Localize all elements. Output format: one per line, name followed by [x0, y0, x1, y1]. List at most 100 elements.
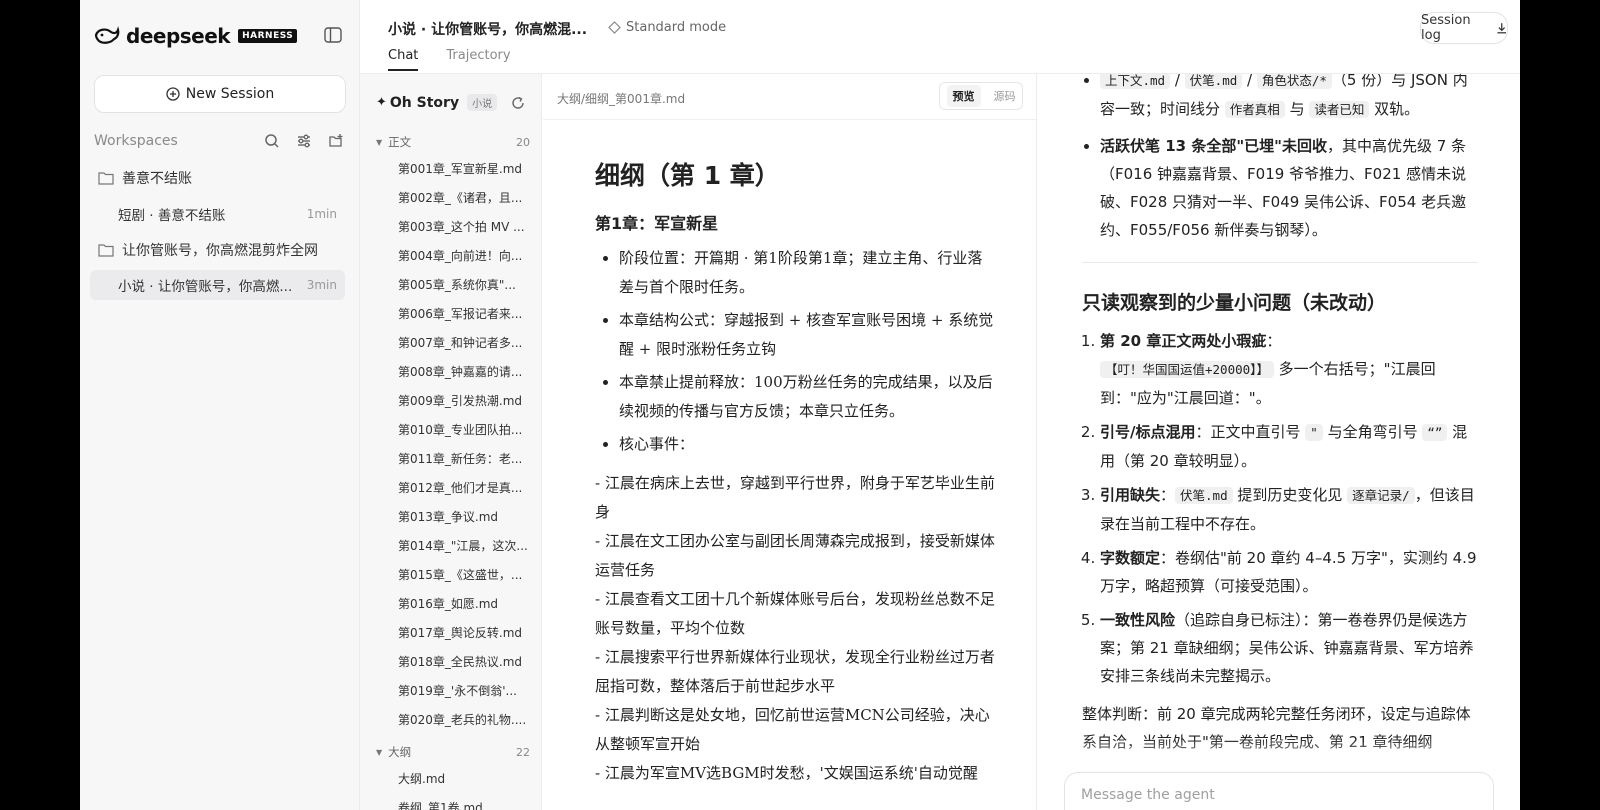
view-tabs: Chat Trajectory	[388, 48, 511, 71]
file-item[interactable]: 第006章_军报记者来...	[398, 305, 534, 322]
plus-circle-icon	[166, 87, 180, 101]
section-name: 正文	[388, 135, 412, 149]
mode-indicator[interactable]: Standard mode	[608, 20, 726, 35]
brand-name: deepseek	[126, 24, 231, 48]
file-item[interactable]: 第003章_这个拍 MV ...	[398, 218, 534, 235]
brand-logo[interactable]: deepseek HARNESS	[94, 24, 298, 48]
event-line: - 江晨在病床上去世，穿越到平行世界，附身于军艺毕业生前身	[595, 474, 995, 521]
inline-code: 读者已知	[1309, 101, 1370, 118]
issue-item: 字数额定：卷纲估"前 20 章约 4–4.5 万字"，实测约 4.9 万字，略超…	[1100, 544, 1478, 600]
document-content: 细纲（第 1 章） 第1章：军宣新星 阶段位置：开篇期 · 第1阶段第1章；建立…	[595, 156, 995, 788]
list-item: 本章结构公式：穿越报到 + 核查军宣账号困境 + 系统觉醒 + 限时涨粉任务立钩	[619, 306, 995, 364]
summary-list: 上下文.md / 伏笔.md / 角色状态/*（5 份）与 JSON 内容一致；…	[1100, 74, 1478, 244]
list-item: 活跃伏笔 13 条全部"已埋"未回收，其中高优先级 7 条（F016 钟嘉嘉背景…	[1100, 132, 1478, 244]
file-item[interactable]: 第012章_他们才是真...	[398, 479, 534, 496]
text: 与	[1284, 100, 1310, 118]
inline-code: "	[1305, 424, 1323, 441]
message-input-box[interactable]: Message the agent	[1064, 772, 1494, 810]
new-session-label: New Session	[185, 86, 275, 102]
workspace-folder[interactable]: 善意不结账	[98, 168, 192, 188]
workspace-folder[interactable]: 让你管账号，你高燃混剪炸全网	[98, 240, 318, 260]
event-line: - 江晨判断这是处女地，回忆前世运营MCN公司经验，决心从整顿军宣开始	[595, 706, 990, 753]
search-icon[interactable]	[256, 131, 288, 151]
file-item[interactable]: 第011章_新任务：老...	[398, 450, 534, 467]
inline-code: 作者真相	[1224, 101, 1285, 118]
file-item[interactable]: 第002章_《诸君，且...	[398, 189, 534, 206]
file-item[interactable]: 第001章_军宣新星.md	[398, 160, 534, 177]
file-item[interactable]: 第017章_舆论反转.md	[398, 624, 534, 641]
bold-text: 引用缺失	[1100, 486, 1161, 504]
file-item[interactable]: 第019章_'永不倒翁'...	[398, 682, 534, 699]
brand-badge: HARNESS	[238, 29, 298, 43]
tab-chat[interactable]: Chat	[388, 48, 419, 71]
text: ：正文中直引号	[1195, 423, 1306, 441]
inline-code: 逐章记录/	[1347, 487, 1415, 504]
list-item: 上下文.md / 伏笔.md / 角色状态/*（5 份）与 JSON 内容一致；…	[1100, 74, 1478, 124]
refresh-icon[interactable]	[510, 95, 526, 111]
inline-code: “”	[1422, 424, 1448, 441]
sparkle-icon: ✦	[376, 95, 387, 110]
preview-toggle[interactable]: 预览	[946, 85, 981, 107]
file-item[interactable]: 第016章_如愿.md	[398, 595, 534, 612]
file-tree: ✦ Oh Story 小说 ▼ 正文 20 第001章_军宣新星.md 第002…	[360, 74, 542, 810]
folder-icon	[98, 172, 114, 185]
file-item[interactable]: 第018章_全民热议.md	[398, 653, 534, 670]
event-line: - 江晨在文工团办公室与副团长周薄森完成报到，接受新媒体运营任务	[595, 532, 995, 579]
inline-code: 伏笔.md	[1175, 487, 1233, 504]
sidebar-toggle-icon[interactable]	[324, 27, 342, 43]
chevron-down-icon: ▼	[376, 137, 383, 147]
workspace-name: 让你管账号，你高燃混剪炸全网	[122, 243, 318, 259]
tab-trajectory[interactable]: Trajectory	[446, 48, 510, 71]
folder-section-dagang[interactable]: ▼ 大纲 22	[376, 744, 530, 760]
inline-code: 【叮！华国国运值+20000】】	[1100, 361, 1274, 378]
session-title: 小说 · 让你管账号，你高燃混...	[388, 22, 588, 38]
issues-heading: 只读观察到的少量小问题（未改动）	[1082, 292, 1387, 314]
file-item[interactable]: 第013章_争议.md	[398, 508, 534, 525]
inline-code: 伏笔.md	[1184, 74, 1243, 89]
mode-label: Standard mode	[626, 20, 727, 35]
session-item[interactable]: 短剧 · 善意不结账 1min	[90, 199, 345, 229]
file-item[interactable]: 第007章_和钟记者多...	[398, 334, 534, 351]
issues-list: 第 20 章正文两处小瑕疵：【叮！华国国运值+20000】】 多一个右括号；"江…	[1100, 327, 1478, 690]
file-item[interactable]: 卷纲_第1卷.md	[398, 799, 534, 810]
session-item-active[interactable]: 小说 · 让你管账号，你高燃... 3min	[90, 270, 345, 300]
bold-text: 第 20 章正文两处小瑕疵	[1100, 332, 1267, 350]
file-item[interactable]: 第005章_系统你真"...	[398, 276, 534, 293]
inline-code: 上下文.md	[1100, 74, 1171, 89]
text: ：	[1160, 486, 1176, 504]
folder-section-zhengwen[interactable]: ▼ 正文 20	[376, 134, 530, 150]
event-line: - 江晨为军宣MV选BGM时发愁，'文娱国运系统'自动觉醒	[595, 764, 978, 782]
download-icon	[1496, 23, 1506, 34]
project-header: ✦ Oh Story 小说	[376, 94, 526, 111]
new-folder-icon[interactable]	[320, 131, 352, 151]
file-item[interactable]: 大纲.md	[398, 770, 534, 787]
file-item[interactable]: 第008章_钟嘉嘉的请...	[398, 363, 534, 380]
message-input-placeholder[interactable]: Message the agent	[1081, 787, 1215, 803]
file-item[interactable]: 第020章_老兵的礼物....	[398, 711, 534, 728]
app-window: deepseek HARNESS New Session Workspaces	[80, 0, 1520, 810]
chevron-down-icon: ▼	[376, 747, 383, 757]
session-log-button[interactable]: Session log	[1420, 12, 1508, 44]
project-tag: 小说	[467, 94, 498, 111]
file-item[interactable]: 第014章_"江晨，这次...	[398, 537, 534, 554]
source-toggle[interactable]: 源码	[994, 88, 1016, 104]
document-preview-pane: 大纲/细纲_第001章.md 预览 源码 细纲（第 1 章） 第1章：军宣新星 …	[543, 74, 1037, 810]
issue-item: 一致性风险（追踪自身已标注）：第一卷卷界仍是候选方案；第 21 章缺细纲；吴伟公…	[1100, 606, 1478, 690]
list-item: 本章禁止提前释放：100万粉丝任务的完成结果，以及后续视频的传播与官方反馈；本章…	[619, 368, 995, 426]
bold-text: 一致性风险	[1100, 611, 1176, 629]
file-item[interactable]: 第010章_专业团队拍...	[398, 421, 534, 438]
bold-text: 引号/标点混用	[1100, 423, 1196, 441]
file-item[interactable]: 第004章_向前进！向...	[398, 247, 534, 264]
session-name: 小说 · 让你管账号，你高燃...	[118, 279, 293, 295]
bold-text: 活跃伏笔 13 条全部"已埋"未回收	[1100, 137, 1327, 155]
workspaces-label: Workspaces	[94, 133, 178, 149]
filter-sliders-icon[interactable]	[288, 131, 320, 151]
file-item[interactable]: 第009章_引发热潮.md	[398, 392, 534, 409]
section-count: 20	[516, 135, 530, 149]
new-session-button[interactable]: New Session	[94, 75, 346, 113]
file-item[interactable]: 第015章_《这盛世，...	[398, 566, 534, 583]
document-path: 大纲/细纲_第001章.md	[557, 92, 686, 106]
text: 提到历史变化见	[1232, 486, 1348, 504]
chapter-heading: 第1章：军宣新星	[595, 214, 719, 233]
workspace-name: 善意不结账	[122, 171, 192, 187]
